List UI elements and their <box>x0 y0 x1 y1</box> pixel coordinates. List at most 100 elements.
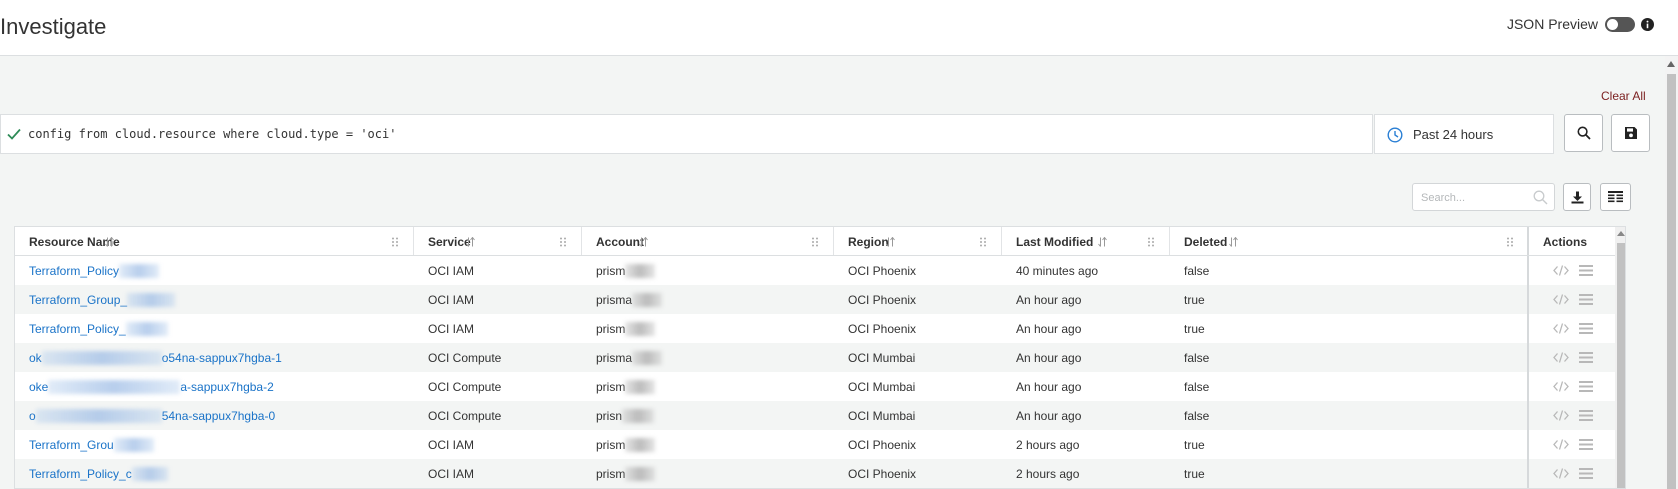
menu-icon[interactable] <box>1579 410 1593 421</box>
search-icon <box>1576 126 1591 140</box>
drag-handle-icon[interactable] <box>979 237 987 247</box>
drag-handle-icon[interactable] <box>811 237 819 247</box>
query-text[interactable]: config from cloud.resource where cloud.t… <box>28 127 396 141</box>
table-row[interactable]: Terraform_Group_ OCI IAM prisma OCI Phoe… <box>15 285 1615 314</box>
region-cell: OCI Phoenix <box>848 467 917 481</box>
row-actions <box>1527 285 1615 314</box>
drag-handle-icon[interactable] <box>1506 237 1514 247</box>
row-actions <box>1527 314 1615 343</box>
drag-handle-icon[interactable] <box>391 237 399 247</box>
last-modified-cell: 2 hours ago <box>1016 467 1080 481</box>
table-row[interactable]: ok o54na-sappux7hgba-1 OCI Compute prisma… <box>15 343 1615 372</box>
code-icon[interactable] <box>1553 410 1569 421</box>
drag-handle-icon[interactable] <box>559 237 567 247</box>
code-icon[interactable] <box>1553 352 1569 363</box>
menu-icon[interactable] <box>1579 381 1593 392</box>
row-actions <box>1527 372 1615 401</box>
column-header-actions: Actions <box>1527 227 1615 255</box>
deleted-cell: false <box>1184 264 1210 278</box>
deleted-cell: true <box>1184 438 1205 452</box>
json-preview-toggle[interactable] <box>1605 16 1635 32</box>
table-row[interactable]: oke a-sappux7hgba-2 OCI Compute prism OCI… <box>15 372 1615 401</box>
run-query-button[interactable] <box>1564 114 1603 152</box>
clear-all-link[interactable]: Clear All <box>1601 89 1646 103</box>
table-row[interactable]: Terraform_Policy OCI IAM prism OCI Phoen… <box>15 256 1615 285</box>
sort-icon[interactable] <box>639 237 648 247</box>
code-icon[interactable] <box>1553 323 1569 334</box>
deleted-cell: true <box>1184 322 1205 336</box>
row-actions <box>1527 430 1615 459</box>
columns-icon <box>1608 191 1623 203</box>
resource-name-link[interactable]: o 54na-sappux7hgba-0 <box>29 409 275 423</box>
account-cell: prisma <box>596 293 663 307</box>
service-cell: OCI IAM <box>428 264 475 278</box>
menu-icon[interactable] <box>1579 352 1593 363</box>
deleted-cell: false <box>1184 351 1210 365</box>
service-cell: OCI IAM <box>428 438 475 452</box>
region-cell: OCI Phoenix <box>848 438 917 452</box>
column-header-service[interactable]: Service <box>414 227 582 255</box>
check-icon <box>7 128 21 140</box>
table-scrollbar[interactable] <box>1615 227 1625 488</box>
resource-name-link[interactable]: Terraform_Policy_c <box>29 467 168 481</box>
columns-button[interactable] <box>1600 183 1631 211</box>
table-row[interactable]: Terraform_Policy_ OCI IAM prism OCI Phoe… <box>15 314 1615 343</box>
account-cell: prism <box>596 467 656 481</box>
column-header-deleted[interactable]: Deleted <box>1170 227 1527 255</box>
json-preview: JSON Preview <box>1507 16 1654 32</box>
table-search-input[interactable] <box>1419 189 1533 207</box>
table-scroll-thumb[interactable] <box>1617 243 1625 488</box>
table-row[interactable]: Terraform_Grou OCI IAM prism OCI Phoenix… <box>15 430 1615 459</box>
save-query-button[interactable] <box>1611 114 1650 152</box>
table-search[interactable] <box>1412 183 1555 211</box>
download-button[interactable] <box>1563 183 1591 211</box>
column-header-last-modified[interactable]: Last Modified <box>1002 227 1170 255</box>
scroll-up-arrow-icon[interactable] <box>1617 231 1625 236</box>
page-scroll-thumb[interactable] <box>1667 74 1676 489</box>
table-header: Resource Name Service Account Region Las… <box>15 227 1625 256</box>
deleted-cell: true <box>1184 293 1205 307</box>
code-icon[interactable] <box>1553 439 1569 450</box>
column-header-account[interactable]: Account <box>582 227 834 255</box>
resource-name-link[interactable]: Terraform_Group_ <box>29 293 176 307</box>
results-table: Resource Name Service Account Region Las… <box>14 226 1626 489</box>
column-header-region[interactable]: Region <box>834 227 1002 255</box>
row-actions <box>1527 401 1615 430</box>
json-preview-label: JSON Preview <box>1506 16 1598 32</box>
clock-icon <box>1387 127 1403 143</box>
menu-icon[interactable] <box>1579 265 1593 276</box>
sort-icon[interactable] <box>105 237 114 247</box>
scroll-up-arrow-icon[interactable] <box>1667 61 1675 67</box>
drag-handle-icon[interactable] <box>1147 237 1155 247</box>
resource-name-link[interactable]: oke a-sappux7hgba-2 <box>29 380 274 394</box>
code-icon[interactable] <box>1553 294 1569 305</box>
menu-icon[interactable] <box>1579 294 1593 305</box>
resource-name-link[interactable]: Terraform_Grou <box>29 438 154 452</box>
code-icon[interactable] <box>1553 265 1569 276</box>
resource-name-link[interactable]: Terraform_Policy_ <box>29 322 168 336</box>
download-icon <box>1571 191 1583 203</box>
query-input[interactable]: config from cloud.resource where cloud.t… <box>0 114 1373 154</box>
menu-icon[interactable] <box>1579 323 1593 334</box>
menu-icon[interactable] <box>1579 468 1593 479</box>
time-range-selector[interactable]: Past 24 hours <box>1374 114 1554 154</box>
page-title: Investigate <box>0 14 107 39</box>
account-cell: prisn <box>596 409 655 423</box>
last-modified-cell: An hour ago <box>1016 351 1082 365</box>
code-icon[interactable] <box>1553 381 1569 392</box>
region-cell: OCI Mumbai <box>848 351 916 365</box>
table-row[interactable]: o 54na-sappux7hgba-0 OCI Compute prisn OC… <box>15 401 1615 430</box>
sort-icon[interactable] <box>466 237 475 247</box>
code-icon[interactable] <box>1553 468 1569 479</box>
resource-name-link[interactable]: Terraform_Policy <box>29 264 160 278</box>
menu-icon[interactable] <box>1579 439 1593 450</box>
sort-icon[interactable] <box>1229 237 1238 247</box>
sort-icon[interactable] <box>1098 237 1107 247</box>
resource-name-link[interactable]: ok o54na-sappux7hgba-1 <box>29 351 282 365</box>
sort-icon[interactable] <box>886 237 895 247</box>
table-row[interactable]: Terraform_Policy_c OCI IAM prism OCI Pho… <box>15 459 1615 488</box>
info-icon[interactable] <box>1641 17 1654 31</box>
page-scrollbar[interactable] <box>1665 56 1678 489</box>
service-cell: OCI Compute <box>428 409 502 423</box>
column-header-resource-name[interactable]: Resource Name <box>15 227 414 255</box>
